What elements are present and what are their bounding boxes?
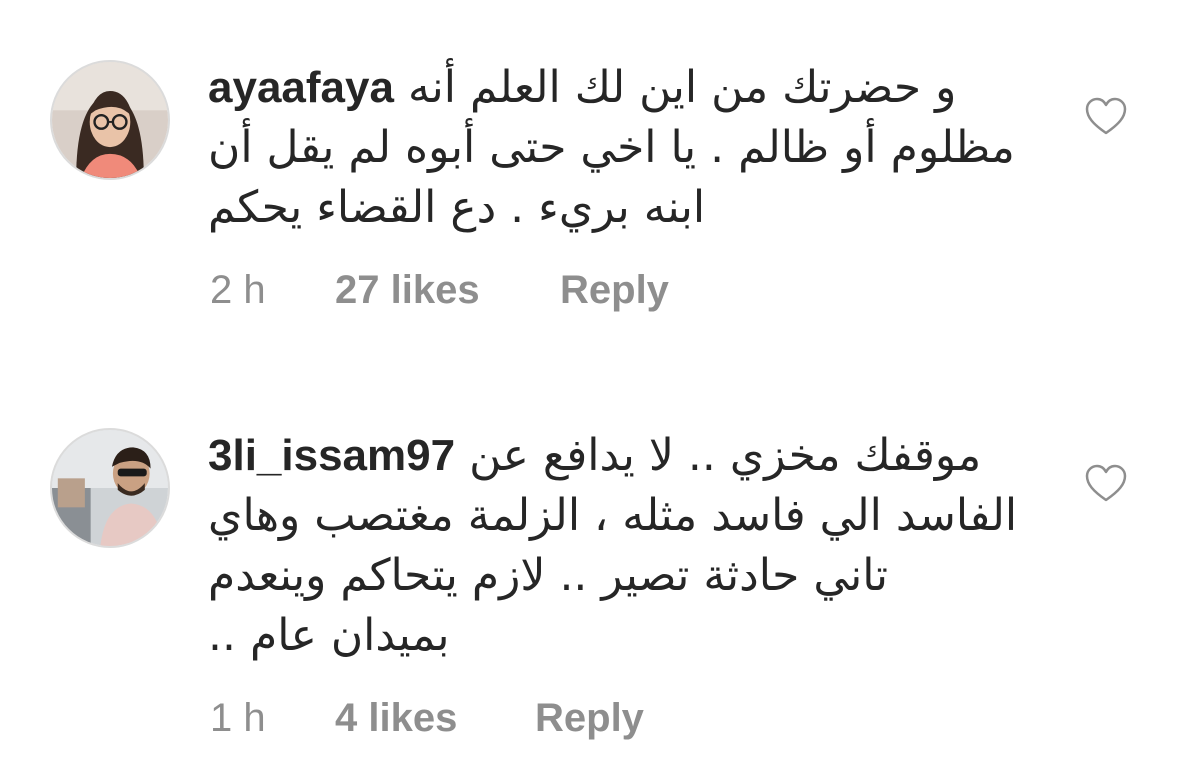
- comment-meta: 2 h 27 likes Reply: [210, 268, 669, 313]
- comment-line: ابنه بريء . دع القضاء يحكم: [208, 182, 706, 233]
- comment-line: موقفك مخزي .. لا يدافع عن 3li_issam97: [208, 430, 982, 481]
- avatar[interactable]: [50, 60, 170, 180]
- avatar-image: [52, 430, 168, 546]
- likes-count[interactable]: 4 likes: [335, 696, 535, 741]
- username[interactable]: 3li_issam97: [208, 431, 455, 480]
- comment-line: الفاسد الي فاسد مثله ، الزلمة مغتصب وهاي: [208, 490, 1018, 541]
- comment-line: بميدان عام ..: [208, 610, 450, 661]
- comment-line: و حضرتك من اين لك العلم أنه ayaafaya: [208, 62, 957, 113]
- comment-line: تاني حادثة تصير .. لازم يتحاكم وينعدم: [208, 550, 888, 601]
- comment-text: و حضرتك من اين لك العلم أنه ayaafaya مظل…: [208, 58, 1038, 238]
- timestamp[interactable]: 1 h: [210, 696, 335, 741]
- avatar-image: [52, 62, 168, 178]
- reply-button[interactable]: Reply: [535, 696, 644, 741]
- reply-button[interactable]: Reply: [560, 268, 669, 313]
- comment-line: مظلوم أو ظالم . يا اخي حتى أبوه لم يقل أ…: [208, 122, 1015, 173]
- avatar[interactable]: [50, 428, 170, 548]
- comment-meta: 1 h 4 likes Reply: [210, 696, 644, 741]
- heart-outline-icon[interactable]: [1085, 97, 1127, 137]
- username[interactable]: ayaafaya: [208, 63, 394, 112]
- comment-text: موقفك مخزي .. لا يدافع عن 3li_issam97 ال…: [208, 426, 1038, 666]
- likes-count[interactable]: 27 likes: [335, 268, 560, 313]
- timestamp[interactable]: 2 h: [210, 268, 335, 313]
- heart-outline-icon[interactable]: [1085, 464, 1127, 504]
